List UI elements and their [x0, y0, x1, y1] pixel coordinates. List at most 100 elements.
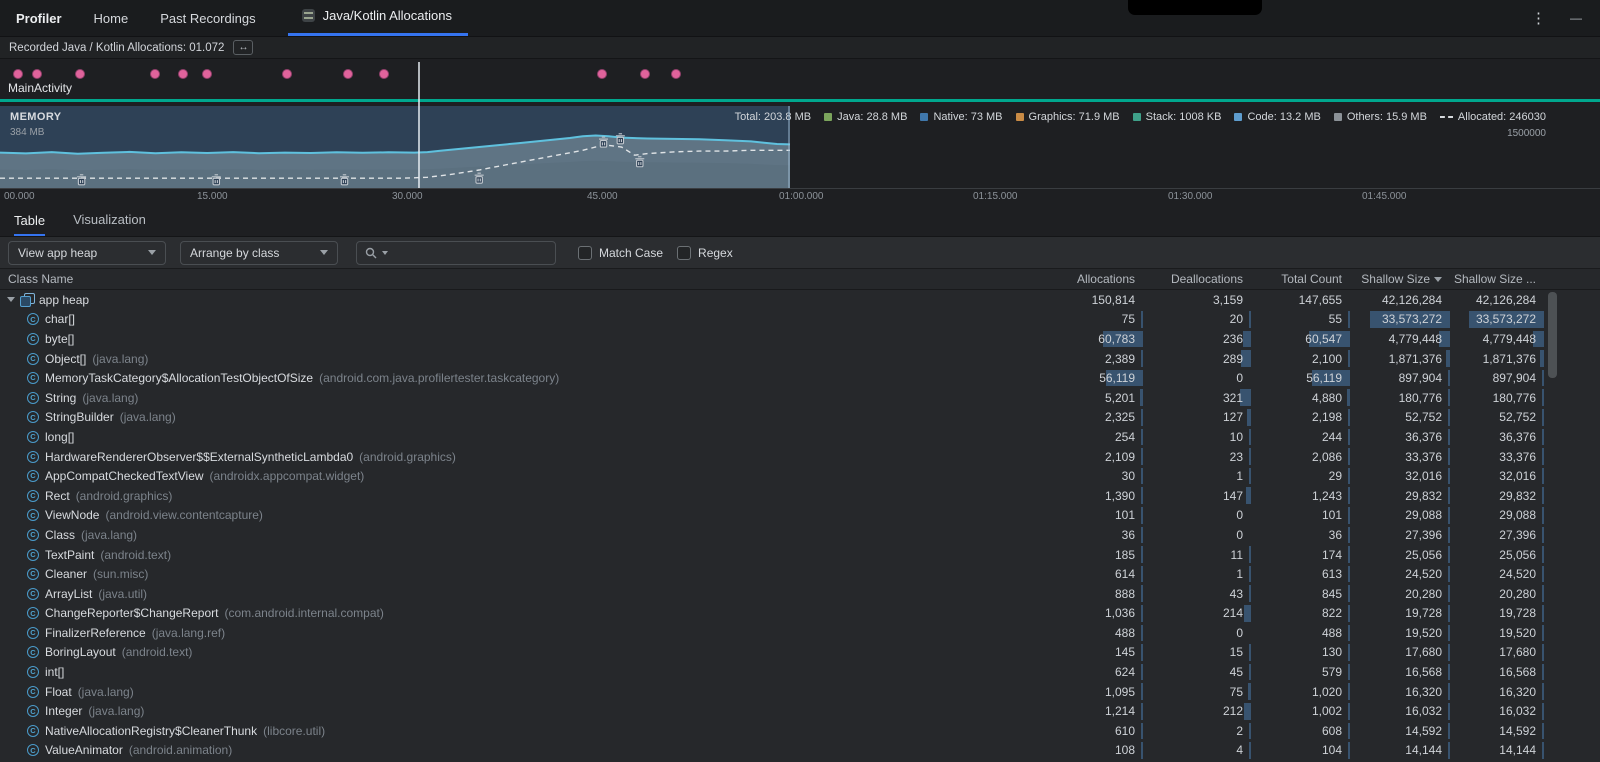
value-heat-bar	[1249, 644, 1251, 661]
table-row[interactable]: ValueAnimator(android.animation)10841041…	[0, 741, 1600, 761]
legend-label: Java: 28.8 MB	[837, 111, 907, 123]
tab-past-recordings[interactable]: Past Recordings	[160, 11, 255, 26]
table-row[interactable]: Rect(android.graphics)1,3901471,24329,83…	[0, 486, 1600, 506]
column-header-class-name[interactable]: Class Name	[0, 272, 1045, 286]
table-row[interactable]: byte[]60,78323660,5474,779,4484,779,448	[0, 329, 1600, 349]
column-header-deallocations[interactable]: Deallocations	[1145, 272, 1253, 286]
chevron-down-icon	[148, 250, 156, 255]
allocation-event-dot[interactable]	[13, 69, 23, 79]
tab-java-kotlin-allocations[interactable]: Java/Kotlin Allocations	[288, 0, 468, 36]
allocation-event-dot[interactable]	[202, 69, 212, 79]
allocation-event-dot[interactable]	[178, 69, 188, 79]
cell-value: 42,126,284	[1382, 293, 1442, 307]
allocation-event-dot[interactable]	[75, 69, 85, 79]
allocation-event-dot[interactable]	[597, 69, 607, 79]
cell-value: 17,680	[1499, 645, 1536, 659]
table-row[interactable]: NativeAllocationRegistry$CleanerThunk(li…	[0, 721, 1600, 741]
gc-trash-icon	[340, 175, 349, 185]
table-row[interactable]: FinalizerReference(java.lang.ref)4880488…	[0, 623, 1600, 643]
cell-value: 20	[1230, 312, 1243, 326]
allocation-event-dot[interactable]	[640, 69, 650, 79]
table-row[interactable]: HardwareRendererObserver$$ExternalSynthe…	[0, 447, 1600, 467]
regex-checkbox[interactable]: Regex	[677, 246, 733, 260]
table-row[interactable]: Object[](java.lang)2,3892892,1001,871,37…	[0, 349, 1600, 369]
table-row[interactable]: ViewNode(android.view.contentcapture)101…	[0, 506, 1600, 526]
shallow-size2-cell: 29,088	[1452, 506, 1546, 526]
shallow-size2-cell: 52,752	[1452, 408, 1546, 428]
cell-value: 145	[1115, 645, 1135, 659]
cell-value: 19,728	[1405, 606, 1442, 620]
column-header-allocations[interactable]: Allocations	[1045, 272, 1145, 286]
shallow-size-cell: 16,032	[1352, 701, 1452, 721]
table-row[interactable]: ArrayList(java.util)8884384520,28020,280	[0, 584, 1600, 604]
deallocations-cell: 3,159	[1145, 290, 1253, 310]
search-input[interactable]	[393, 245, 547, 261]
column-header-shallow-size-2[interactable]: Shallow Size ...	[1452, 272, 1546, 286]
value-heat-bar	[1542, 585, 1544, 602]
table-row[interactable]: Float(java.lang)1,095751,02016,32016,320	[0, 682, 1600, 702]
app-title: Profiler	[16, 11, 62, 26]
table-row[interactable]: BoringLayout(android.text)1451513017,680…	[0, 643, 1600, 663]
table-row[interactable]: MemoryTaskCategory$AllocationTestObjectO…	[0, 368, 1600, 388]
chevron-down-icon[interactable]	[7, 297, 15, 302]
minimize-icon[interactable]	[1570, 9, 1582, 27]
axis-tick: 01:00.000	[779, 191, 824, 202]
cell-value: 1,871,376	[1483, 352, 1536, 366]
table-row[interactable]: Class(java.lang)3603627,39627,396	[0, 525, 1600, 545]
column-header-total-count[interactable]: Total Count	[1253, 272, 1352, 286]
search-box[interactable]	[356, 241, 556, 265]
allocation-event-dot[interactable]	[32, 69, 42, 79]
table-row[interactable]: app heap150,8143,159147,65542,126,28442,…	[0, 290, 1600, 310]
table-row[interactable]: ChangeReporter$ChangeReport(com.android.…	[0, 604, 1600, 624]
cell-value: 289	[1223, 352, 1243, 366]
allocations-cell: 145	[1045, 643, 1145, 663]
more-options-icon[interactable]	[1531, 9, 1546, 28]
class-name-cell: String(java.lang)	[0, 391, 1045, 405]
table-row[interactable]: String(java.lang)5,2013214,880180,776180…	[0, 388, 1600, 408]
total-count-cell: 104	[1253, 741, 1352, 761]
shallow-size-cell: 16,568	[1352, 662, 1452, 682]
allocations-cell: 30	[1045, 466, 1145, 486]
class-package: (java.lang.ref)	[152, 626, 225, 640]
value-heat-bar	[1448, 723, 1450, 740]
deallocations-cell: 0	[1145, 525, 1253, 545]
table-row[interactable]: int[]6244557916,56816,568	[0, 662, 1600, 682]
table-row[interactable]: AppCompatCheckedTextView(androidx.appcom…	[0, 466, 1600, 486]
deallocations-cell: 214	[1145, 604, 1253, 624]
table-row[interactable]: TextPaint(android.text)1851117425,05625,…	[0, 545, 1600, 565]
column-header-shallow-size[interactable]: Shallow Size	[1352, 272, 1452, 286]
legend-allocated: Allocated: 246030	[1440, 111, 1546, 123]
total-count-cell: 2,198	[1253, 408, 1352, 428]
cell-value: 20,280	[1405, 587, 1442, 601]
value-heat-bar	[1448, 468, 1450, 485]
allocation-event-dot[interactable]	[343, 69, 353, 79]
table-row[interactable]: StringBuilder(java.lang)2,3251272,19852,…	[0, 408, 1600, 428]
table-row[interactable]: long[]2541024436,37636,376	[0, 427, 1600, 447]
cell-value: 14,144	[1499, 743, 1536, 757]
tab-home[interactable]: Home	[94, 11, 129, 26]
selection-end-handle[interactable]	[788, 106, 790, 188]
tab-table[interactable]: Table	[14, 213, 45, 237]
allocation-event-dot[interactable]	[282, 69, 292, 79]
legend-label: Code: 13.2 MB	[1247, 111, 1320, 123]
value-heat-bar	[1348, 625, 1350, 642]
allocation-event-dot[interactable]	[671, 69, 681, 79]
match-case-checkbox[interactable]: Match Case	[578, 246, 663, 260]
allocation-event-dot[interactable]	[150, 69, 160, 79]
zoom-to-fit-button[interactable]	[233, 40, 253, 55]
class-name-cell: Cleaner(sun.misc)	[0, 567, 1045, 581]
legend-code: Code: 13.2 MB	[1234, 111, 1320, 123]
table-row[interactable]: Integer(java.lang)1,2142121,00216,03216,…	[0, 701, 1600, 721]
value-heat-bar	[1348, 429, 1350, 446]
arrange-dropdown[interactable]: Arrange by class	[180, 241, 338, 265]
cell-value: 180,776	[1493, 391, 1536, 405]
class-icon	[27, 451, 39, 463]
vertical-scrollbar[interactable]	[1548, 292, 1557, 378]
allocation-event-dot[interactable]	[379, 69, 389, 79]
table-row[interactable]: Cleaner(sun.misc)614161324,52024,520	[0, 564, 1600, 584]
tab-visualization[interactable]: Visualization	[73, 212, 146, 236]
cell-value: 23	[1230, 450, 1243, 464]
class-name: AppCompatCheckedTextView	[45, 469, 204, 483]
heap-dropdown[interactable]: View app heap	[8, 241, 166, 265]
table-row[interactable]: char[]75205533,573,27233,573,272	[0, 310, 1600, 330]
